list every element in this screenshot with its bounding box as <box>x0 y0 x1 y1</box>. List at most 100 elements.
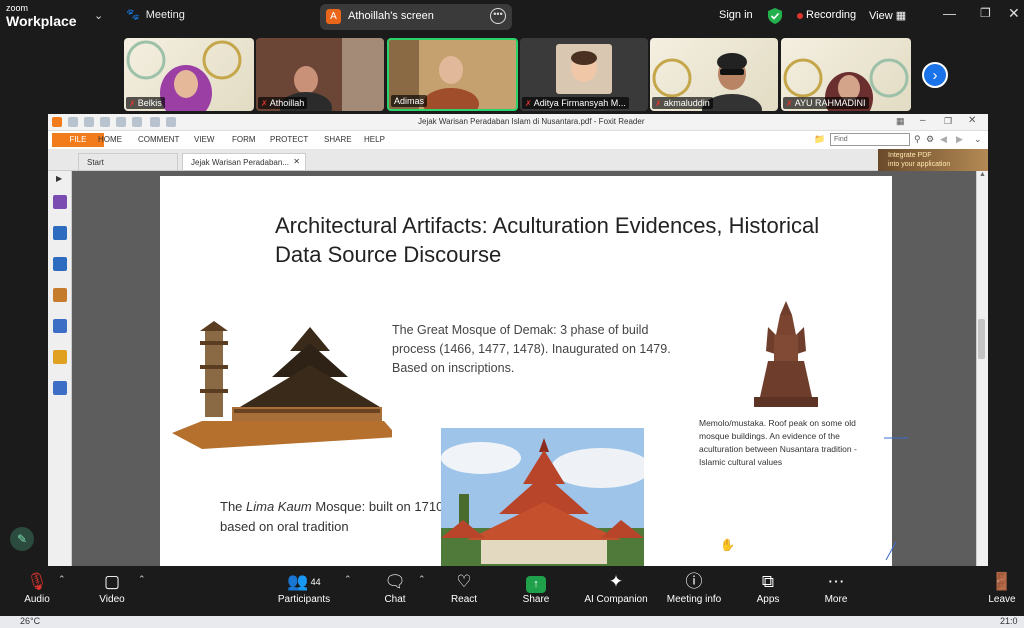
menu-form[interactable]: FORM <box>232 135 256 144</box>
close-icon[interactable]: ✕ <box>968 115 976 126</box>
find-input[interactable]: Find <box>830 133 910 146</box>
undo-icon[interactable] <box>150 117 160 127</box>
sparkle-icon: ✦ <box>608 572 624 591</box>
hand-cursor-icon: ✋ <box>720 538 735 552</box>
sharer-avatar: A <box>326 9 341 24</box>
react-button[interactable]: ♡ React <box>444 570 484 605</box>
audio-button[interactable]: 🎙 Audio <box>18 570 56 605</box>
pages-icon[interactable] <box>53 226 67 240</box>
recording-label[interactable]: Recording <box>806 9 856 21</box>
document-viewer[interactable]: Architectural Artifacts: Aculturation Ev… <box>72 171 976 566</box>
view-menu-button[interactable]: View ▦ <box>869 9 906 22</box>
menu-protect[interactable]: PROTECT <box>270 135 308 144</box>
restore-icon[interactable]: ❐ <box>980 6 991 20</box>
participants-label: Participants <box>277 594 331 605</box>
meeting-info-button[interactable]: ⓘ Meeting info <box>662 570 726 605</box>
ai-companion-button[interactable]: ✦ AI Companion <box>580 570 652 605</box>
lima-italic: Lima Kaum <box>246 499 312 514</box>
document-tabs: Start Jejak Warisan Peradaban... ✕ Integr… <box>48 149 988 171</box>
weather-temperature[interactable]: 26°C <box>20 616 40 626</box>
select-icon[interactable] <box>132 117 142 127</box>
open-icon[interactable] <box>68 117 78 127</box>
more-options-icon[interactable]: ••• <box>490 8 506 24</box>
participants-options-chevron-icon[interactable]: ⌃ <box>344 574 352 585</box>
scroll-up-icon[interactable]: ▲ <box>979 171 986 178</box>
participant-tile[interactable]: ✗ Athoillah <box>256 38 384 111</box>
layers-icon[interactable] <box>53 257 67 271</box>
share-button[interactable]: ↑ Share <box>516 570 556 605</box>
audio-options-chevron-icon[interactable]: ⌃ <box>58 574 66 585</box>
chat-label: Chat <box>384 594 406 605</box>
chevron-down-icon[interactable]: ⌄ <box>94 9 103 22</box>
ribbon-options-icon[interactable]: ▦ <box>896 116 905 127</box>
more-icon: ⋯ <box>827 572 845 591</box>
save-icon[interactable] <box>84 117 94 127</box>
clock[interactable]: 21:0 <box>1000 616 1018 626</box>
close-icon[interactable]: ✕ <box>1008 5 1020 22</box>
pdf-page: Architectural Artifacts: Aculturation Ev… <box>160 176 908 566</box>
tab-document[interactable]: Jejak Warisan Peradaban... ✕ <box>182 153 306 170</box>
chat-options-chevron-icon[interactable]: ⌃ <box>418 574 426 585</box>
search-icon[interactable]: ⚲ <box>914 134 921 145</box>
video-label: Video <box>99 594 125 605</box>
video-options-chevron-icon[interactable]: ⌃ <box>138 574 146 585</box>
foxit-left-panel: ▶ <box>48 171 72 566</box>
participant-tile[interactable]: ✗ Belkis <box>124 38 254 111</box>
menu-view[interactable]: VIEW <box>194 135 214 144</box>
scrollbar-thumb[interactable] <box>978 319 985 359</box>
redo-icon[interactable] <box>166 117 176 127</box>
bookmark-icon[interactable] <box>53 195 67 209</box>
ai-companion-label: AI Companion <box>584 594 648 605</box>
attachment-icon[interactable] <box>53 319 67 333</box>
security-lock-icon[interactable] <box>53 350 67 364</box>
file-tab[interactable]: FILE <box>52 133 104 147</box>
participant-name-text: Adimas <box>394 96 425 106</box>
apps-button[interactable]: ⧉ Apps <box>748 570 788 605</box>
menu-share[interactable]: SHARE <box>324 135 352 144</box>
collapse-ribbon-icon[interactable]: ⌄ <box>974 134 982 145</box>
annotate-pen-icon[interactable]: ✎ <box>10 527 34 551</box>
participants-button[interactable]: 👥 44 Participants <box>272 570 336 605</box>
meeting-menu-button[interactable]: 🐾 Meeting <box>126 8 185 22</box>
memolo-description: Memolo/mustaka. Roof peak on some old mo… <box>699 418 857 467</box>
folder-icon[interactable]: 📁 <box>814 134 825 145</box>
chat-button[interactable]: 🗨 Chat <box>378 570 412 605</box>
close-tab-icon[interactable]: ✕ <box>293 157 300 166</box>
screen-share-indicator[interactable]: A Athoillah's screen ••• <box>320 4 512 30</box>
next-result-icon[interactable]: ▶ <box>956 134 963 145</box>
integrate-pdf-banner[interactable]: Integrate PDF into your application <box>878 149 988 171</box>
participant-tile[interactable]: ✗ akmaluddin <box>650 38 778 111</box>
minimize-icon[interactable]: – <box>920 115 926 126</box>
participant-name: Adimas <box>391 95 428 107</box>
more-button[interactable]: ⋯ More <box>816 570 856 605</box>
mic-muted-icon: ✗ <box>786 99 793 108</box>
print-icon[interactable] <box>100 117 110 127</box>
scan-icon[interactable] <box>116 117 126 127</box>
banner-line-2: into your application <box>888 161 951 168</box>
next-page-chevron-icon[interactable]: › <box>922 62 948 88</box>
vertical-scrollbar[interactable]: ▲ <box>976 171 988 566</box>
menu-home[interactable]: HOME <box>98 135 122 144</box>
settings-icon[interactable]: ⚙ <box>926 134 934 145</box>
menu-comment[interactable]: COMMENT <box>138 135 179 144</box>
comments-icon[interactable] <box>53 288 67 302</box>
menu-help[interactable]: HELP <box>364 135 385 144</box>
expand-panel-icon[interactable]: ▶ <box>56 174 62 183</box>
participant-tile[interactable]: ✗ AYU RAHMADINI <box>781 38 911 111</box>
minimize-icon[interactable]: — <box>943 6 956 21</box>
tab-start[interactable]: Start <box>78 153 178 170</box>
camera-icon: ▢ <box>103 572 121 591</box>
participants-icon: 👥 44 <box>287 572 321 591</box>
pen-annotation-mark <box>884 437 908 439</box>
video-button[interactable]: ▢ Video <box>92 570 132 605</box>
signature-icon[interactable] <box>53 381 67 395</box>
sign-in-link[interactable]: Sign in <box>719 9 753 21</box>
chat-icon: 🗨 <box>384 572 406 591</box>
participant-tile-active-speaker[interactable]: Adimas <box>387 38 518 111</box>
leave-button[interactable]: 🚪 Leave <box>984 570 1020 605</box>
restore-icon[interactable]: ❐ <box>944 116 952 127</box>
shield-icon[interactable] <box>768 8 782 24</box>
participant-name: ✗ Aditya Firmansyah M... <box>522 97 629 109</box>
prev-result-icon[interactable]: ◀ <box>940 134 947 145</box>
participant-tile[interactable]: ✗ Aditya Firmansyah M... <box>520 38 648 111</box>
